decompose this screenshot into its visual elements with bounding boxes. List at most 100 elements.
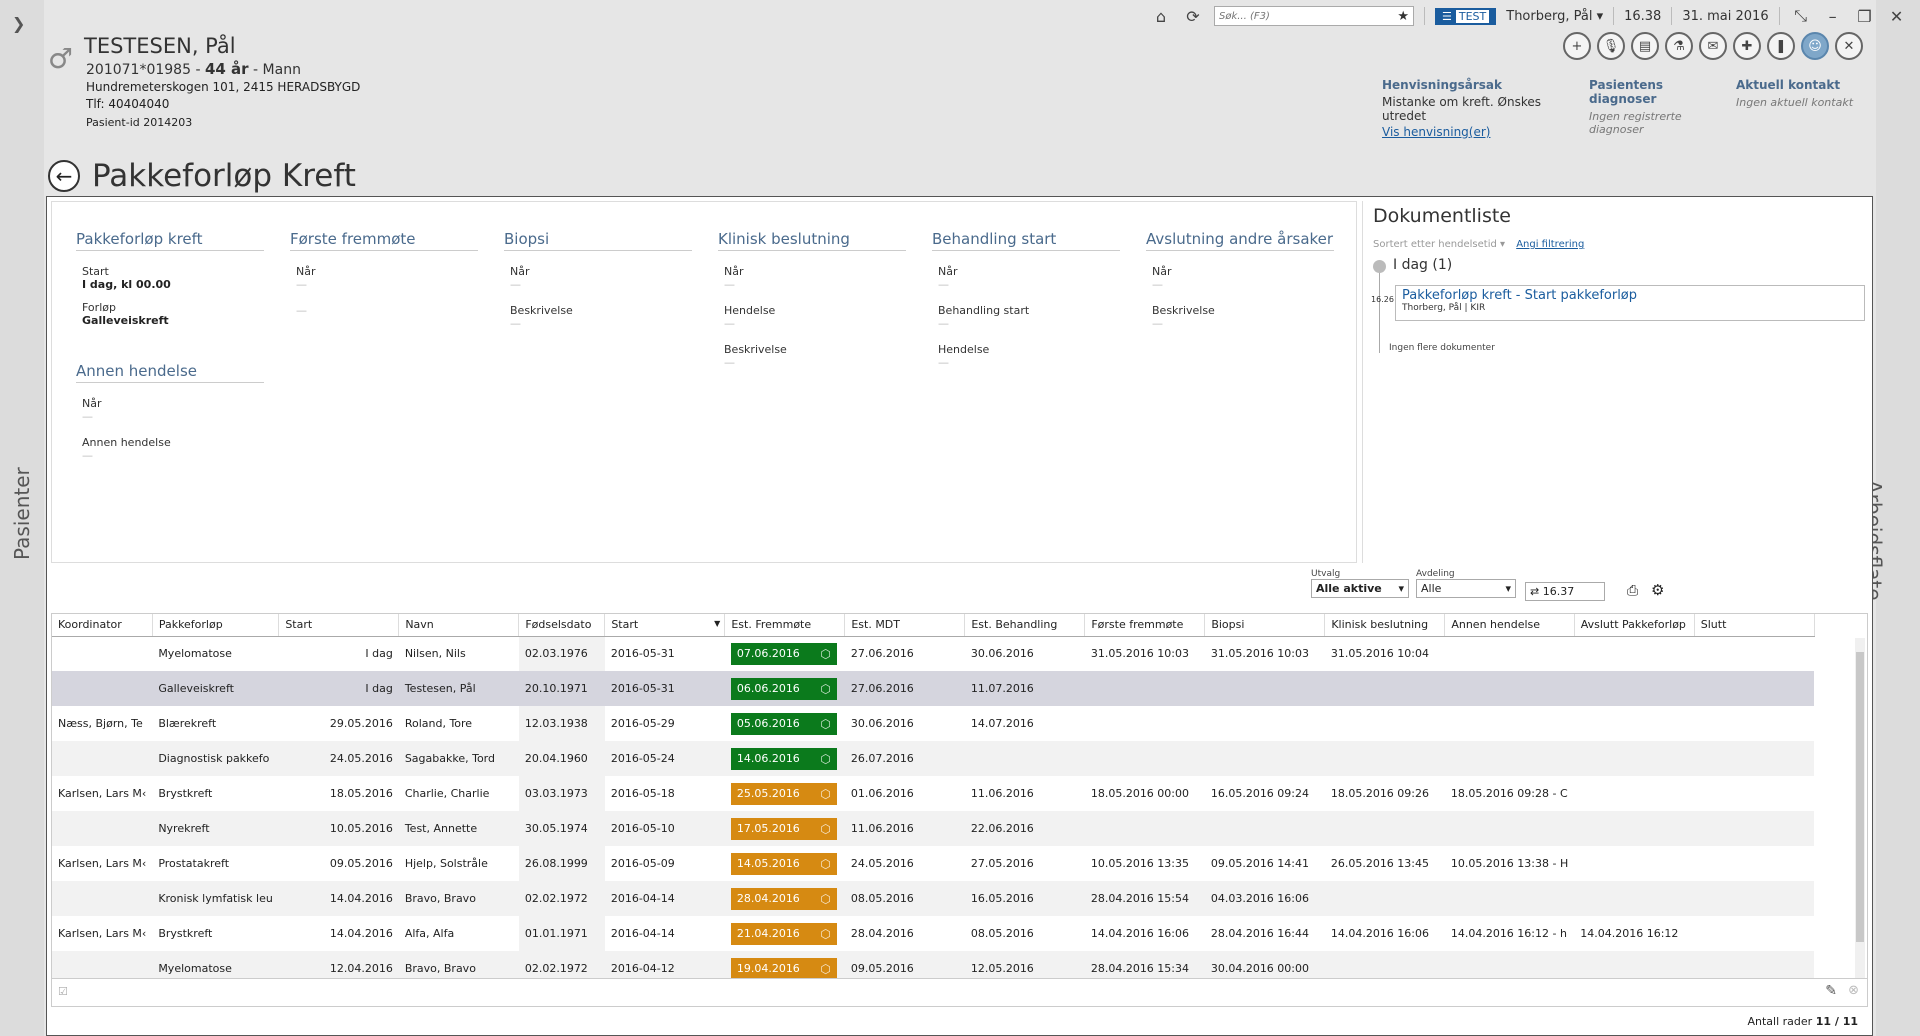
lab-icon[interactable]: ⚗ [1665, 32, 1693, 60]
contact-heading: Aktuell kontakt [1736, 78, 1841, 92]
field-value[interactable]: — [510, 317, 692, 343]
estimated-date-badge: 14.05.2016 ⬡ [730, 852, 837, 875]
department-dropdown[interactable]: Alle ▾ [1416, 579, 1516, 598]
column-header[interactable]: Navn [398, 614, 520, 637]
field-value[interactable]: — [938, 356, 1120, 382]
column-header[interactable]: Est. MDT [844, 614, 966, 637]
message-icon[interactable]: ✉ [1699, 32, 1727, 60]
table-cell [1085, 706, 1205, 741]
field-value[interactable]: Galleveiskreft [82, 314, 264, 327]
column-header[interactable]: Pakkeforløp [152, 614, 280, 637]
column-header[interactable]: Start [278, 614, 400, 637]
field-value[interactable]: — [724, 356, 906, 382]
medical-kit-icon[interactable]: ✚ [1733, 32, 1761, 60]
patient-phone: Tlf: 40404040 [86, 97, 170, 111]
user-menu[interactable]: Thorberg, Pål ▾ [1506, 9, 1603, 24]
print-icon[interactable]: ⎙ [1627, 583, 1638, 599]
field-value[interactable]: I dag, kl 00.00 [82, 278, 264, 291]
column-header[interactable]: Biopsi [1204, 614, 1326, 637]
column-header[interactable]: Avslutt Pakkeforløp [1574, 614, 1695, 637]
table-row[interactable]: Galleveiskreft I dag Testesen, Pål 20.10.19… [52, 671, 1815, 706]
new-document-icon[interactable]: + [1563, 32, 1591, 60]
table-row[interactable]: Karlsen, Lars M‹ Prostatakreft 09.05.2016 H… [52, 846, 1814, 881]
dictation-icon[interactable]: 🎙 [1597, 32, 1625, 60]
column-header[interactable]: Fødselsdato [518, 614, 606, 637]
table-row[interactable]: Myelomatose I dag Nilsen, Nils 02.03.1976 20… [52, 636, 1814, 671]
table-cell [52, 671, 153, 706]
patient-age: 44 år [204, 60, 249, 78]
scrollbar-thumb[interactable] [1856, 652, 1864, 942]
search-input[interactable]: ★ [1214, 6, 1414, 26]
field-value[interactable]: — [296, 304, 478, 330]
table-cell [1574, 881, 1695, 916]
collapse-icon[interactable]: ⤡ [1790, 5, 1812, 27]
field-value[interactable]: — [724, 278, 906, 304]
refresh-icon[interactable]: ⟳ [1182, 5, 1204, 27]
bookmark-icon[interactable]: ❚ [1767, 32, 1795, 60]
table-cell: Karlsen, Lars M‹ [58, 927, 147, 940]
settings-icon[interactable]: ⚙ [1651, 581, 1664, 599]
grid-footer: ☑ ✎ ⊗ [51, 979, 1868, 1007]
back-arrow-icon[interactable]: ← [48, 160, 80, 192]
field-value[interactable]: — [82, 410, 264, 436]
workspace-rail[interactable]: Arbeidsflate [1862, 0, 1920, 1036]
clear-icon[interactable]: ⊗ [1848, 983, 1859, 998]
refresh-button[interactable]: ⇄ 16.37 [1525, 582, 1605, 601]
minimize-icon[interactable]: – [1822, 5, 1844, 27]
search-field[interactable] [1219, 10, 1389, 22]
table-cell: 2016-05-10 [604, 811, 725, 846]
vertical-scrollbar[interactable] [1855, 638, 1865, 978]
field-value[interactable]: — [1152, 317, 1334, 343]
sort-dropdown[interactable]: Sortert etter hendelsetid ▾ [1373, 239, 1505, 250]
field-value[interactable]: — [938, 317, 1120, 343]
document-icon[interactable]: ▤ [1631, 32, 1659, 60]
table-cell: Bravo, Bravo [398, 951, 519, 978]
close-window-icon[interactable]: ✕ [1886, 5, 1908, 27]
table-cell: Blærekreft [158, 717, 217, 730]
table-cell [964, 741, 1085, 776]
restore-icon[interactable]: ❐ [1854, 5, 1876, 27]
table-row[interactable]: Næss, Bjørn, Te Blærekreft 29.05.2016 Rolan… [52, 706, 1814, 741]
selection-dropdown[interactable]: Alle aktive ▾ [1311, 579, 1409, 598]
column-header[interactable]: Start ▼ [604, 614, 726, 637]
stage-other-event: Annen hendelse Når — Annen hendelse — [76, 362, 264, 475]
field-value[interactable]: — [82, 449, 264, 475]
close-patient-icon[interactable]: ✕ [1835, 32, 1863, 60]
table-row[interactable]: Karlsen, Lars M‹ Brystkreft 18.05.2016 Char… [52, 776, 1814, 811]
field-value[interactable]: — [1152, 278, 1334, 304]
field-value[interactable]: — [938, 278, 1120, 304]
day-group-label[interactable]: I dag (1) [1393, 257, 1452, 273]
sort-desc-icon[interactable]: ▼ [714, 619, 720, 628]
chevron-down-icon: ▾ [1398, 582, 1404, 595]
table-cell: Næss, Bjørn, Te [58, 717, 143, 730]
field-value[interactable]: — [510, 278, 692, 304]
show-referrals-link[interactable]: Vis henvisning(er) [1382, 125, 1582, 139]
column-header[interactable]: Klinisk beslutning [1324, 614, 1446, 637]
table-row[interactable]: Myelomatose 12.04.2016 Bravo, Bravo 02.02.1… [52, 951, 1815, 978]
table-row[interactable]: Kronisk lymfatisk leu 14.04.2016 Bravo, Br… [52, 881, 1815, 916]
checkbox-icon[interactable]: ☑ [58, 985, 68, 998]
document-item[interactable]: Pakkeforløp kreft - Start pakkeforløp Th… [1395, 285, 1865, 321]
table-row[interactable]: Diagnostisk pakkefo 24.05.2016 Sagabakke, … [52, 741, 1815, 776]
column-header[interactable]: Koordinator [52, 614, 153, 637]
table-row[interactable]: Karlsen, Lars M‹ Brystkreft 14.04.2016 Alfa… [52, 916, 1814, 951]
patient-profile-icon[interactable]: ☺ [1801, 32, 1829, 60]
column-header[interactable]: Est. Behandling [964, 614, 1086, 637]
column-header[interactable]: Annen hendelse [1444, 614, 1575, 637]
field-value[interactable]: — [296, 278, 478, 304]
column-header[interactable]: Est. Fremmøte [724, 614, 846, 637]
document-title[interactable]: Pakkeforløp kreft - Start pakkeforløp [1402, 288, 1858, 303]
filter-link[interactable]: Angi filtrering [1516, 239, 1584, 250]
edit-icon[interactable]: ✎ [1825, 983, 1837, 999]
chevron-down-icon: ▾ [1505, 582, 1511, 595]
column-header[interactable]: Første fremmøte [1084, 614, 1206, 637]
home-icon[interactable]: ⌂ [1150, 5, 1172, 27]
field-value[interactable]: — [724, 317, 906, 343]
column-header[interactable]: Slutt [1694, 614, 1815, 637]
estimated-date-badge: 17.05.2016 ⬡ [730, 817, 837, 840]
table-cell [1084, 671, 1205, 706]
star-icon[interactable]: ★ [1397, 9, 1409, 24]
table-row[interactable]: Nyrekreft 10.05.2016 Test, Annette 30.05.19… [52, 811, 1815, 846]
patients-rail[interactable]: ❯ Pasienter [0, 0, 44, 1036]
table-cell: Alfa, Alfa [404, 927, 455, 940]
